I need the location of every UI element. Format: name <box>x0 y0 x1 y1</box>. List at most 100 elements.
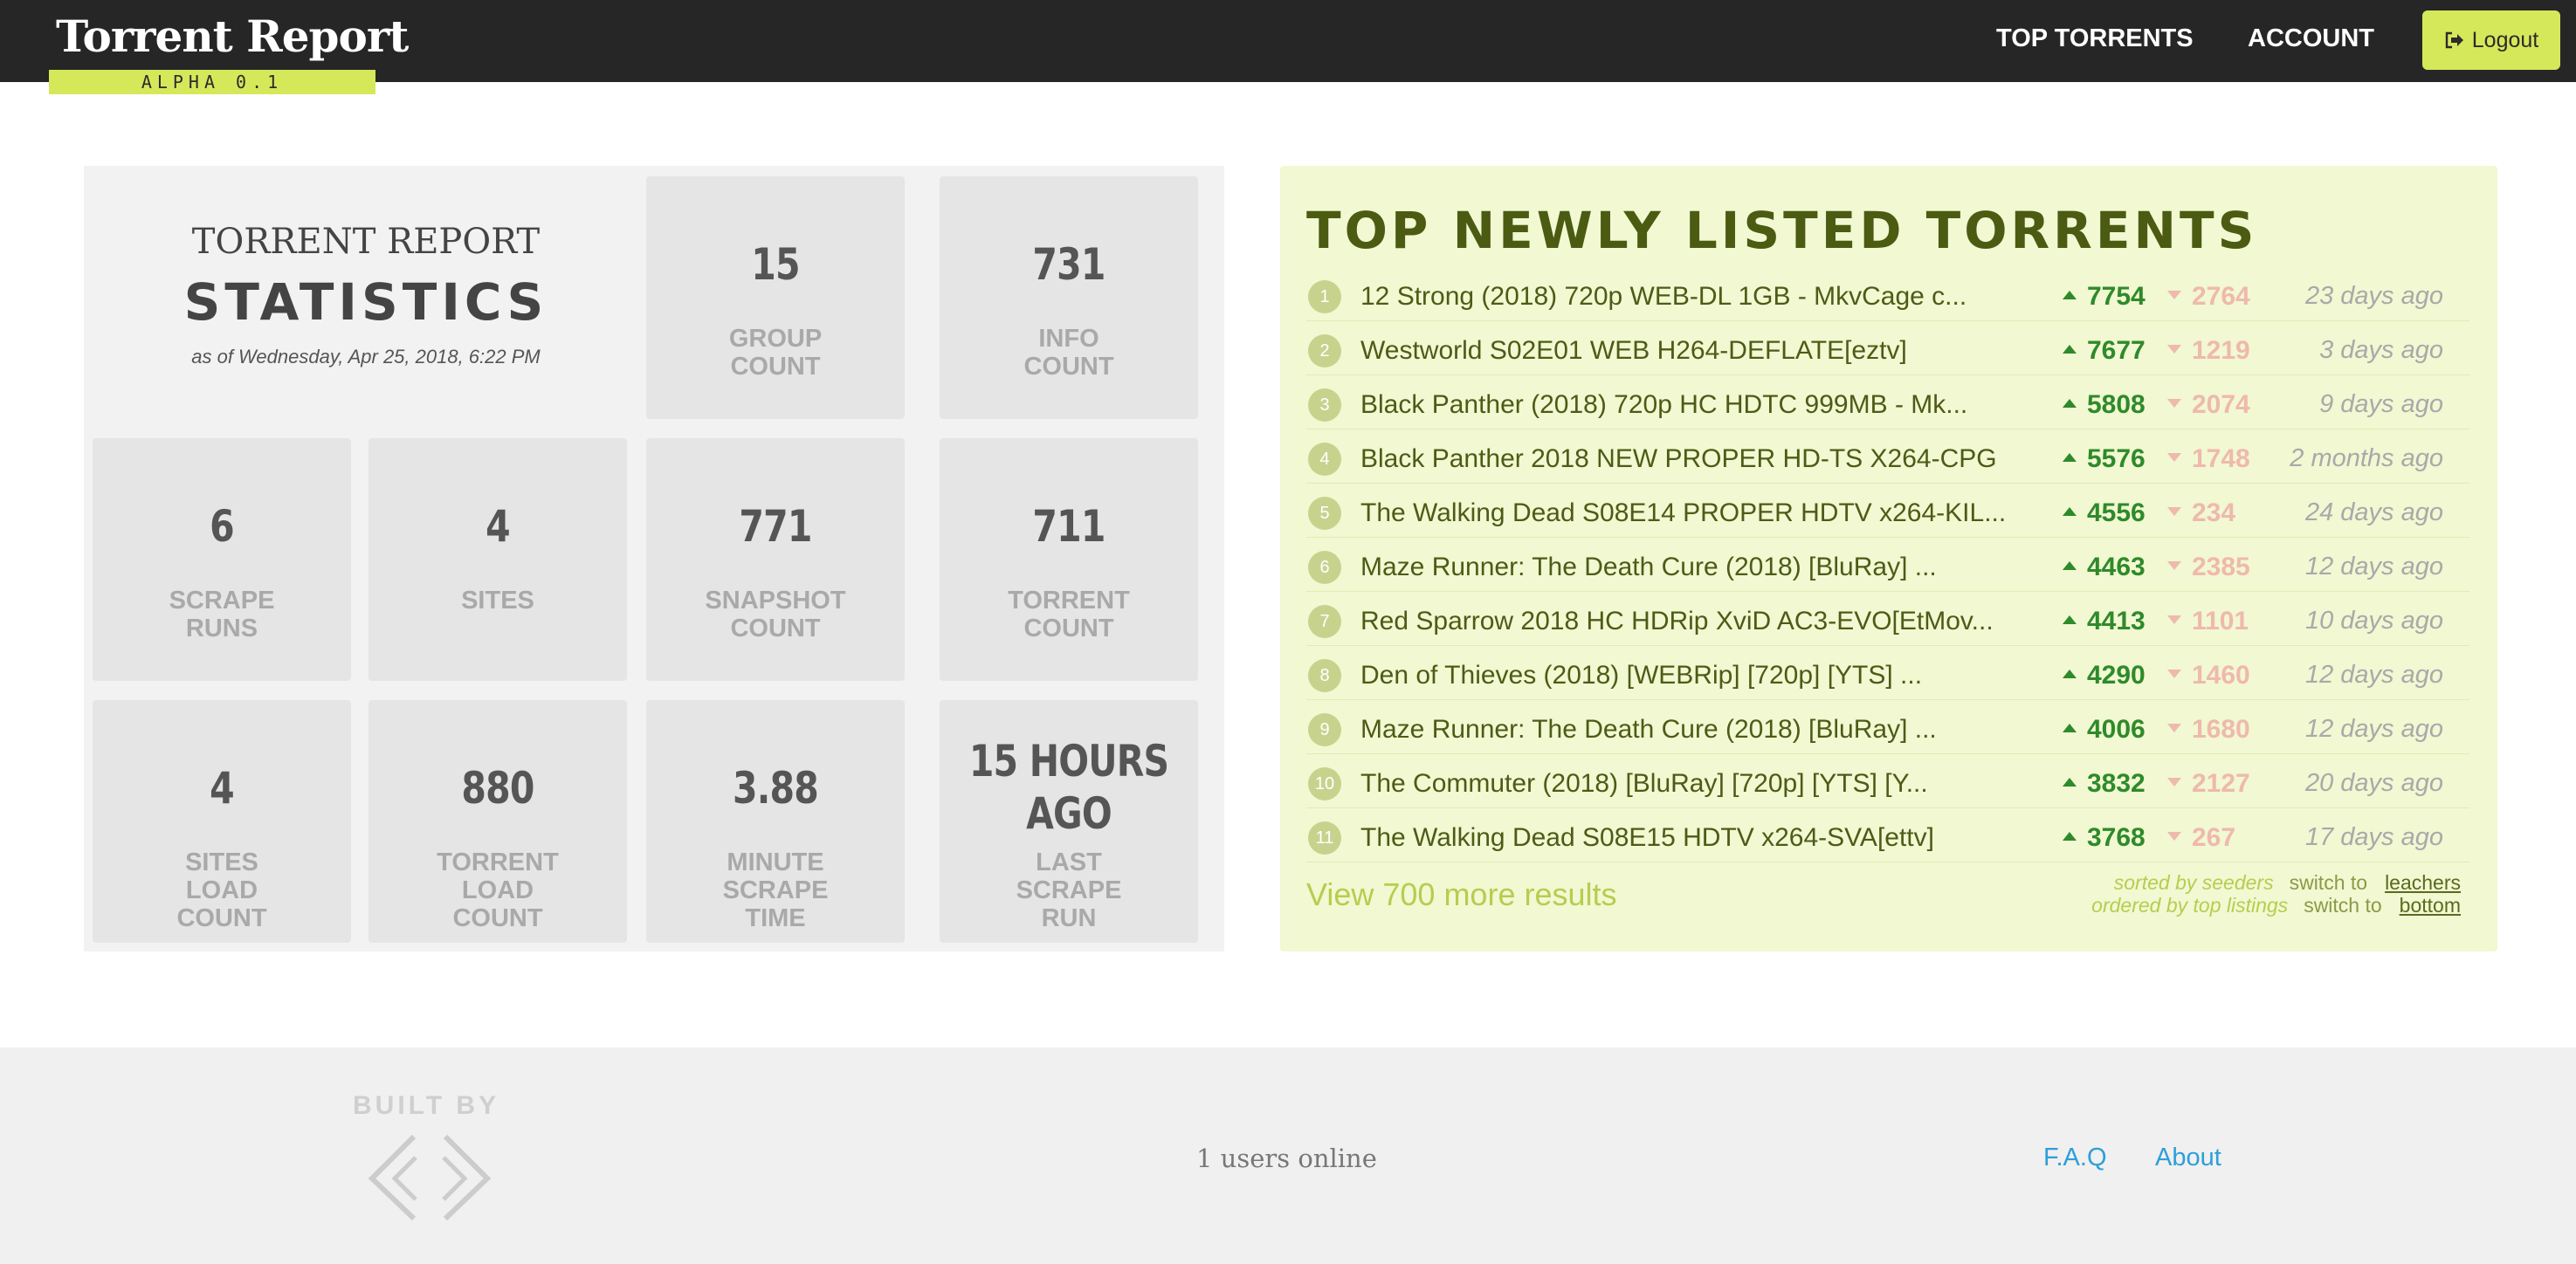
stat-value: 4 <box>210 763 235 814</box>
leechers-count: 2385 <box>2167 553 2250 582</box>
rank-badge: 10 <box>1308 767 1341 800</box>
torrent-name-link[interactable]: Black Panther (2018) 720p HC HDTC 999MB … <box>1360 390 1967 420</box>
torrent-name-link[interactable]: Red Sparrow 2018 HC HDRip XviD AC3-EVO[E… <box>1360 607 1994 636</box>
torrent-row[interactable]: 1 12 Strong (2018) 720p WEB-DL 1GB - Mkv… <box>1306 266 2469 321</box>
statistics-timestamp: as of Wednesday, Apr 25, 2018, 6:22 PM <box>191 346 541 368</box>
leechers-value: 1680 <box>2192 715 2250 744</box>
listing-age: 20 days ago <box>2304 769 2443 797</box>
seeders-count: 4290 <box>2063 661 2146 690</box>
stat-value: 15 HOURS AGO <box>968 736 1169 839</box>
view-more-results-link[interactable]: View 700 more results <box>1306 876 1617 913</box>
arrow-up-icon <box>2063 778 2077 787</box>
listing-age: 24 days ago <box>2304 498 2443 526</box>
arrow-down-icon <box>2167 832 2181 841</box>
torrent-row[interactable]: 3 Black Panther (2018) 720p HC HDTC 999M… <box>1306 374 2469 429</box>
arrow-up-icon <box>2063 832 2077 841</box>
sort-switch-label: switch to <box>2289 871 2368 894</box>
stat-tile-torrent-load-count: 880 TORRENT LOAD COUNT <box>368 700 627 943</box>
leechers-value: 2764 <box>2192 282 2250 311</box>
torrent-name-link[interactable]: Maze Runner: The Death Cure (2018) [BluR… <box>1360 715 1937 745</box>
logout-label: Logout <box>2471 27 2539 52</box>
logout-button[interactable]: Logout <box>2422 10 2560 70</box>
rank-badge: 11 <box>1308 821 1341 855</box>
top-torrents-heading: TOP NEWLY LISTED TORRENTS <box>1306 201 2258 260</box>
torrent-row[interactable]: 9 Maze Runner: The Death Cure (2018) [Bl… <box>1306 699 2469 754</box>
stat-tile-last-scrape-run: 15 HOURS AGO LAST SCRAPE RUN <box>940 700 1198 943</box>
about-link[interactable]: About <box>2155 1144 2221 1172</box>
stat-label: LAST SCRAPE RUN <box>1016 848 1122 932</box>
nav-top-torrents[interactable]: TOP TORRENTS <box>1996 24 2194 53</box>
arrow-up-icon <box>2063 724 2077 732</box>
leechers-count: 1748 <box>2167 444 2250 474</box>
torrent-row[interactable]: 6 Maze Runner: The Death Cure (2018) [Bl… <box>1306 537 2469 592</box>
seeders-count: 7677 <box>2063 336 2146 366</box>
arrow-down-icon <box>2167 291 2181 299</box>
stat-label: SNAPSHOT COUNT <box>705 587 846 642</box>
leechers-value: 1460 <box>2192 661 2250 690</box>
stat-value: 771 <box>739 501 812 552</box>
arrow-up-icon <box>2063 615 2077 624</box>
order-toggle-bottom[interactable]: bottom <box>2400 894 2461 917</box>
stat-label: INFO COUNT <box>1023 325 1114 381</box>
torrent-row[interactable]: 7 Red Sparrow 2018 HC HDRip XviD AC3-EVO… <box>1306 591 2469 646</box>
torrent-name-link[interactable]: Den of Thieves (2018) [WEBRip] [720p] [Y… <box>1360 661 1922 690</box>
torrent-name-link[interactable]: 12 Strong (2018) 720p WEB-DL 1GB - MkvCa… <box>1360 282 1966 312</box>
torrent-row[interactable]: 2 Westworld S02E01 WEB H264-DEFLATE[eztv… <box>1306 320 2469 375</box>
torrent-row[interactable]: 10 The Commuter (2018) [BluRay] [720p] [… <box>1306 753 2469 808</box>
arrow-down-icon <box>2167 778 2181 787</box>
stat-tile-sites-load-count: 4 SITES LOAD COUNT <box>93 700 351 943</box>
rank-badge: 7 <box>1308 605 1341 638</box>
version-tag: ALPHA 0.1 <box>49 70 375 94</box>
leechers-value: 1101 <box>2192 607 2249 635</box>
nav-account[interactable]: ACCOUNT <box>2248 24 2374 53</box>
faq-link[interactable]: F.A.Q <box>2043 1144 2107 1172</box>
torrent-name-link[interactable]: The Walking Dead S08E14 PROPER HDTV x264… <box>1360 498 2006 528</box>
listing-age: 12 days ago <box>2304 661 2443 689</box>
seeders-value: 4290 <box>2087 661 2146 690</box>
torrent-name-link[interactable]: The Commuter (2018) [BluRay] [720p] [YTS… <box>1360 769 1928 799</box>
seeders-value: 5576 <box>2087 444 2146 473</box>
torrent-row[interactable]: 11 The Walking Dead S08E15 HDTV x264-SVA… <box>1306 807 2469 862</box>
leechers-count: 1219 <box>2167 336 2250 366</box>
torrent-name-link[interactable]: Westworld S02E01 WEB H264-DEFLATE[eztv] <box>1360 336 1907 366</box>
arrow-down-icon <box>2167 507 2181 516</box>
listing-age: 9 days ago <box>2319 390 2443 418</box>
users-online-count: 1 users online <box>1196 1144 1377 1173</box>
arrow-up-icon <box>2063 670 2077 678</box>
seeders-count: 4463 <box>2063 553 2146 582</box>
stat-value: 6 <box>210 501 235 552</box>
sort-toggle-leachers[interactable]: leachers <box>2385 871 2461 894</box>
code-brackets-logo-icon[interactable] <box>360 1131 499 1222</box>
torrent-row[interactable]: 4 Black Panther 2018 NEW PROPER HD-TS X2… <box>1306 429 2469 484</box>
stat-value: 3.88 <box>733 763 819 814</box>
listing-age: 17 days ago <box>2304 823 2443 851</box>
rank-badge: 6 <box>1308 551 1341 584</box>
torrent-name-link[interactable]: Black Panther 2018 NEW PROPER HD-TS X264… <box>1360 444 1997 474</box>
listing-age: 23 days ago <box>2304 282 2443 310</box>
arrow-up-icon <box>2063 561 2077 570</box>
torrent-row[interactable]: 8 Den of Thieves (2018) [WEBRip] [720p] … <box>1306 645 2469 700</box>
seeders-count: 5576 <box>2063 444 2146 474</box>
order-by-line: ordered by top listings switch to bottom <box>2091 894 2461 917</box>
torrent-name-link[interactable]: Maze Runner: The Death Cure (2018) [BluR… <box>1360 553 1937 582</box>
rank-badge: 8 <box>1308 659 1341 692</box>
torrent-name-link[interactable]: The Walking Dead S08E15 HDTV x264-SVA[et… <box>1360 823 1934 853</box>
stat-value: 4 <box>486 501 511 552</box>
leechers-count: 1460 <box>2167 661 2250 690</box>
statistics-title-line2: STATISTICS <box>183 272 548 332</box>
stat-tile-torrent-count: 711 TORRENT COUNT <box>940 438 1198 681</box>
listing-age: 2 months ago <box>2290 444 2443 472</box>
leechers-count: 1101 <box>2167 607 2249 636</box>
sign-out-icon <box>2445 31 2463 49</box>
rank-badge: 4 <box>1308 443 1341 476</box>
seeders-count: 4006 <box>2063 715 2146 745</box>
sort-by-line: sorted by seeders switch to leachers <box>2114 871 2461 895</box>
stat-tile-info-count: 731 INFO COUNT <box>940 176 1198 419</box>
torrent-row[interactable]: 5 The Walking Dead S08E14 PROPER HDTV x2… <box>1306 483 2469 538</box>
brand-logo-title[interactable]: Torrent Report <box>56 10 409 62</box>
arrow-down-icon <box>2167 345 2181 354</box>
arrow-up-icon <box>2063 453 2077 462</box>
arrow-up-icon <box>2063 507 2077 516</box>
arrow-down-icon <box>2167 724 2181 732</box>
leechers-value: 2127 <box>2192 769 2250 798</box>
